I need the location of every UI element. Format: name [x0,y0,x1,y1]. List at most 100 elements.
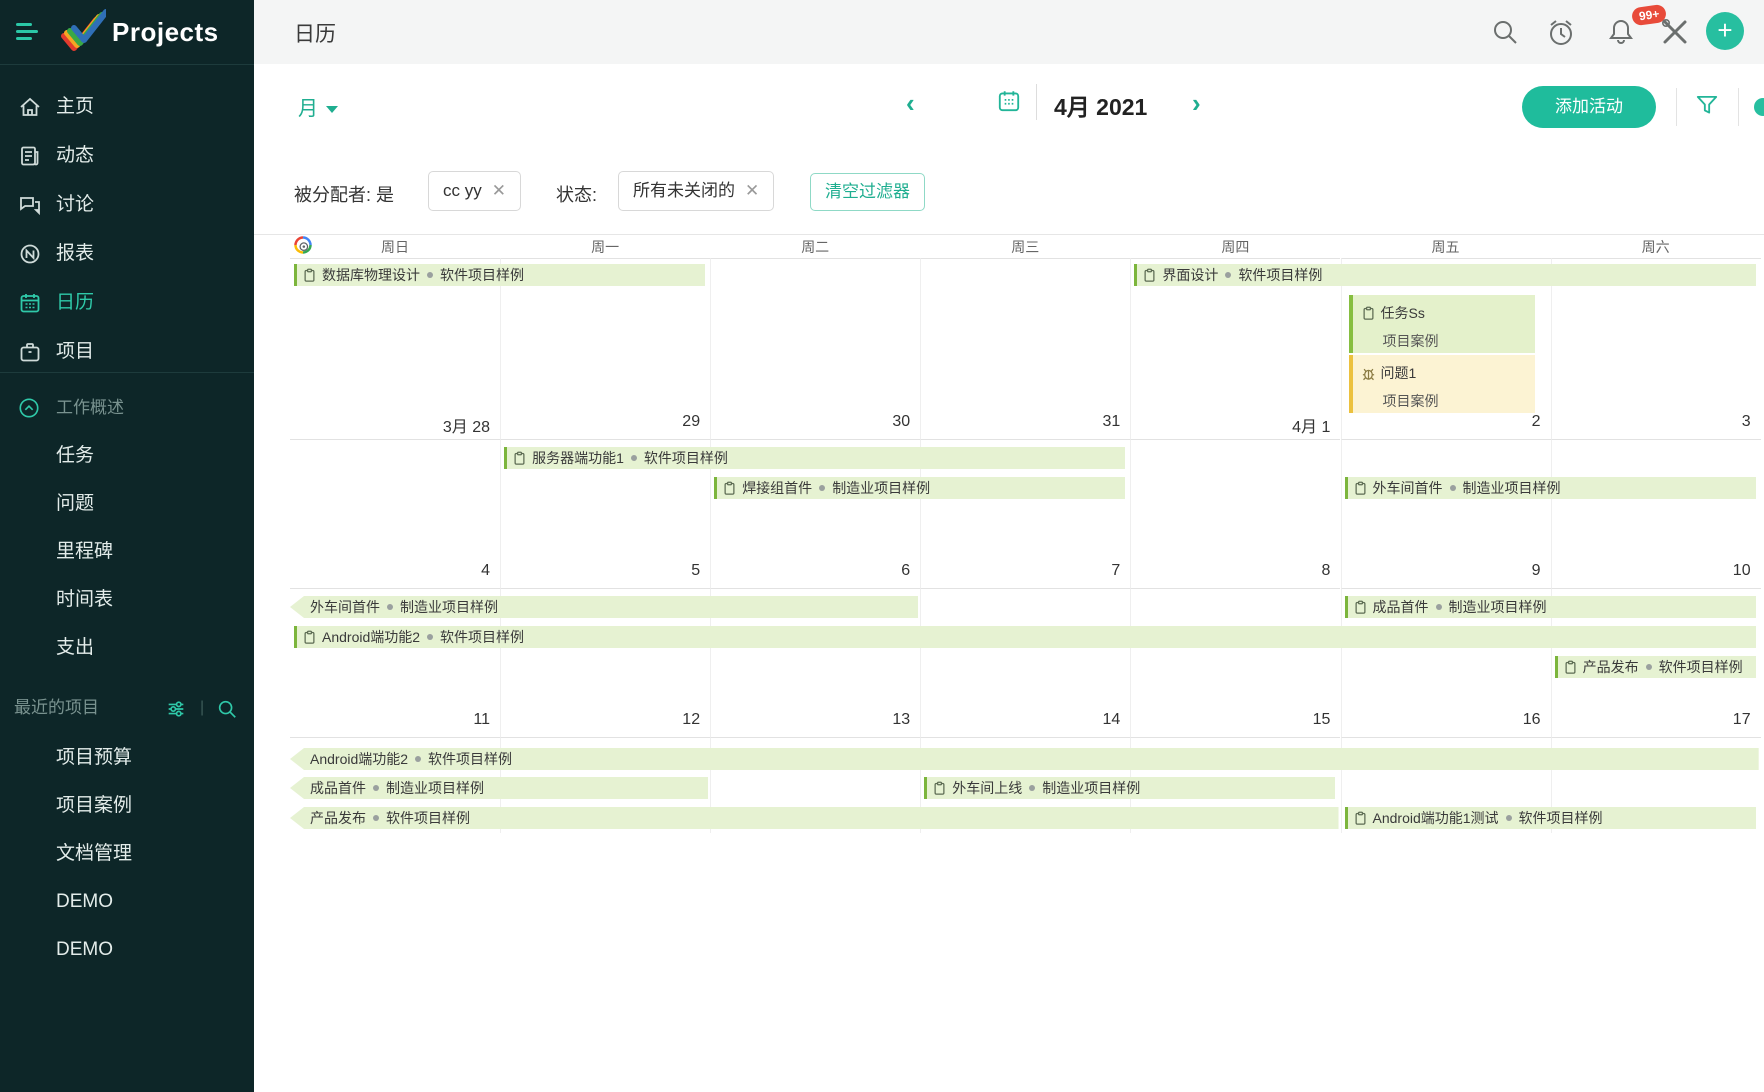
recent-project-item[interactable]: DEMO [0,880,254,924]
date-number: 30 [710,413,910,431]
calendar-event[interactable]: 产品发布软件项目样例 [1555,656,1756,678]
more-icon[interactable] [1754,98,1764,116]
event-project: 软件项目样例 [1659,659,1743,675]
clear-filters-button[interactable]: 清空过滤器 [810,173,925,211]
projects-logo-icon [58,8,106,56]
work-overview-item[interactable]: 里程碑 [0,530,254,574]
recent-project-item[interactable]: 项目预算 [0,736,254,780]
date-number: 3月 28 [290,413,490,437]
calendar-event[interactable]: 外车间首件制造业项目样例 [1345,477,1756,499]
sidebar-item-home[interactable]: 主页 [0,84,254,130]
date-picker-icon[interactable] [996,88,1022,114]
hamburger-menu-icon[interactable] [16,23,40,41]
sidebar-item-discuss[interactable]: 讨论 [0,182,254,228]
next-month-button[interactable]: › [1192,88,1201,119]
calendar-event[interactable]: 服务器端功能1软件项目样例 [504,447,1125,469]
event-project: 软件项目样例 [1519,810,1603,826]
work-overview-header[interactable]: 工作概述 [0,388,254,428]
calendar-event[interactable]: 界面设计软件项目样例 [1134,264,1755,286]
date-number: 9 [1341,562,1541,580]
view-selector-dropdown[interactable]: 月 [298,92,338,121]
sidebar-item-projects[interactable]: 项目 [0,329,254,375]
event-title: 外车间首件 [310,599,380,615]
calendar-event[interactable]: 产品发布软件项目样例 [290,807,1339,829]
work-overview-item[interactable]: 任务 [0,434,254,478]
chip-value: 所有未关闭的 [633,181,735,200]
tools-icon[interactable] [1660,17,1690,47]
calendar-event[interactable]: 焊接组首件 制造业项目样例 [714,477,1125,499]
search-projects-icon[interactable] [216,698,238,720]
calendar-event[interactable]: Android端功能1测试 软件项目样例 [1345,807,1756,829]
add-global-button[interactable]: + [1706,12,1744,50]
remove-filter-icon[interactable]: ✕ [745,181,759,200]
filter-icon[interactable] [1694,92,1720,118]
task-icon [1142,268,1157,283]
calendar-event[interactable]: 成品首件制造业项目样例 [290,777,708,799]
event-project: 制造业项目样例 [832,480,930,496]
sidebar-item-calendar[interactable]: 日历 [0,280,254,326]
calendar-day-cell[interactable] [710,258,920,439]
sidebar-item-label: 讨论 [56,182,94,228]
calendar-event[interactable]: Android端功能2软件项目样例 [294,626,1756,648]
date-number: 7 [920,562,1120,580]
section-label: 工作概述 [56,388,124,428]
feed-icon [18,144,42,168]
remove-filter-icon[interactable]: ✕ [492,181,506,200]
calendar-event[interactable]: 任务Ss项目案例 [1349,295,1535,353]
work-overview-item[interactable]: 时间表 [0,578,254,622]
bug-icon [1361,366,1376,381]
add-activity-button[interactable]: 添加活动 [1522,86,1656,128]
event-title: 外车间上线 [952,780,1022,796]
sidebar-item-label: 项目案例 [56,784,132,828]
date-number: 8 [1130,562,1330,580]
filter-bar: 被分配者: 是 cc yy✕ 状态: 所有未关闭的✕ 清空过滤器 [254,157,1764,235]
date-number: 5 [500,562,700,580]
sliders-icon[interactable] [165,698,187,720]
calendar-event[interactable]: 外车间上线制造业项目样例 [924,777,1335,799]
date-number: 11 [290,711,490,729]
date-number: 14 [920,711,1120,729]
separator-dot-icon [415,756,421,762]
search-icon[interactable] [1490,17,1520,47]
separator-dot-icon [1029,785,1035,791]
date-number: 17 [1551,711,1751,729]
event-project: 项目案例 [1361,391,1535,411]
calendar-event[interactable]: 成品首件 制造业项目样例 [1345,596,1756,618]
timer-icon[interactable] [1546,17,1576,47]
sidebar-item-reports[interactable]: 报表 [0,231,254,277]
sidebar-item-label: 问题 [56,482,94,526]
recent-project-item[interactable]: DEMO [0,928,254,972]
bell-icon[interactable] [1606,17,1636,47]
sidebar-item-label: 报表 [56,231,94,277]
event-title: 焊接组首件 [742,480,812,496]
prev-month-button[interactable]: ‹ [906,88,915,119]
assignee-filter-chip[interactable]: cc yy✕ [428,171,521,211]
event-project: 项目案例 [1361,331,1535,351]
work-overview-item[interactable]: 问题 [0,482,254,526]
recent-project-item[interactable]: 项目案例 [0,784,254,828]
recent-project-item[interactable]: 文档管理 [0,832,254,876]
calendar-event[interactable]: Android端功能2软件项目样例 [290,748,1759,770]
event-title: 成品首件 [1373,599,1429,615]
task-icon [302,630,317,645]
calendar-event[interactable]: 问题1项目案例 [1349,355,1535,413]
calendar-event[interactable]: 数据库物理设计软件项目样例 [294,264,705,286]
calendar-day-cell[interactable] [920,258,1130,439]
work-overview-item[interactable]: 支出 [0,626,254,670]
sidebar-divider [0,372,254,373]
sidebar-item-label: 项目预算 [56,736,132,780]
task-icon [1353,811,1368,826]
event-project: 制造业项目样例 [1449,599,1547,615]
status-filter-chip[interactable]: 所有未关闭的 ✕ [618,171,774,211]
status-filter-label: 状态: [556,181,597,207]
recent-projects-header: 最近的项目 | [0,688,254,728]
sidebar-item-feed[interactable]: 动态 [0,133,254,179]
sidebar-item-label: 动态 [56,133,94,179]
separator-dot-icon [427,634,433,640]
briefcase-icon [18,340,42,364]
event-title: Android端功能1测试 [1373,810,1499,826]
task-icon [722,481,737,496]
date-number: 4 [290,562,490,580]
event-project: 软件项目样例 [440,629,524,645]
calendar-event[interactable]: 外车间首件制造业项目样例 [290,596,918,618]
